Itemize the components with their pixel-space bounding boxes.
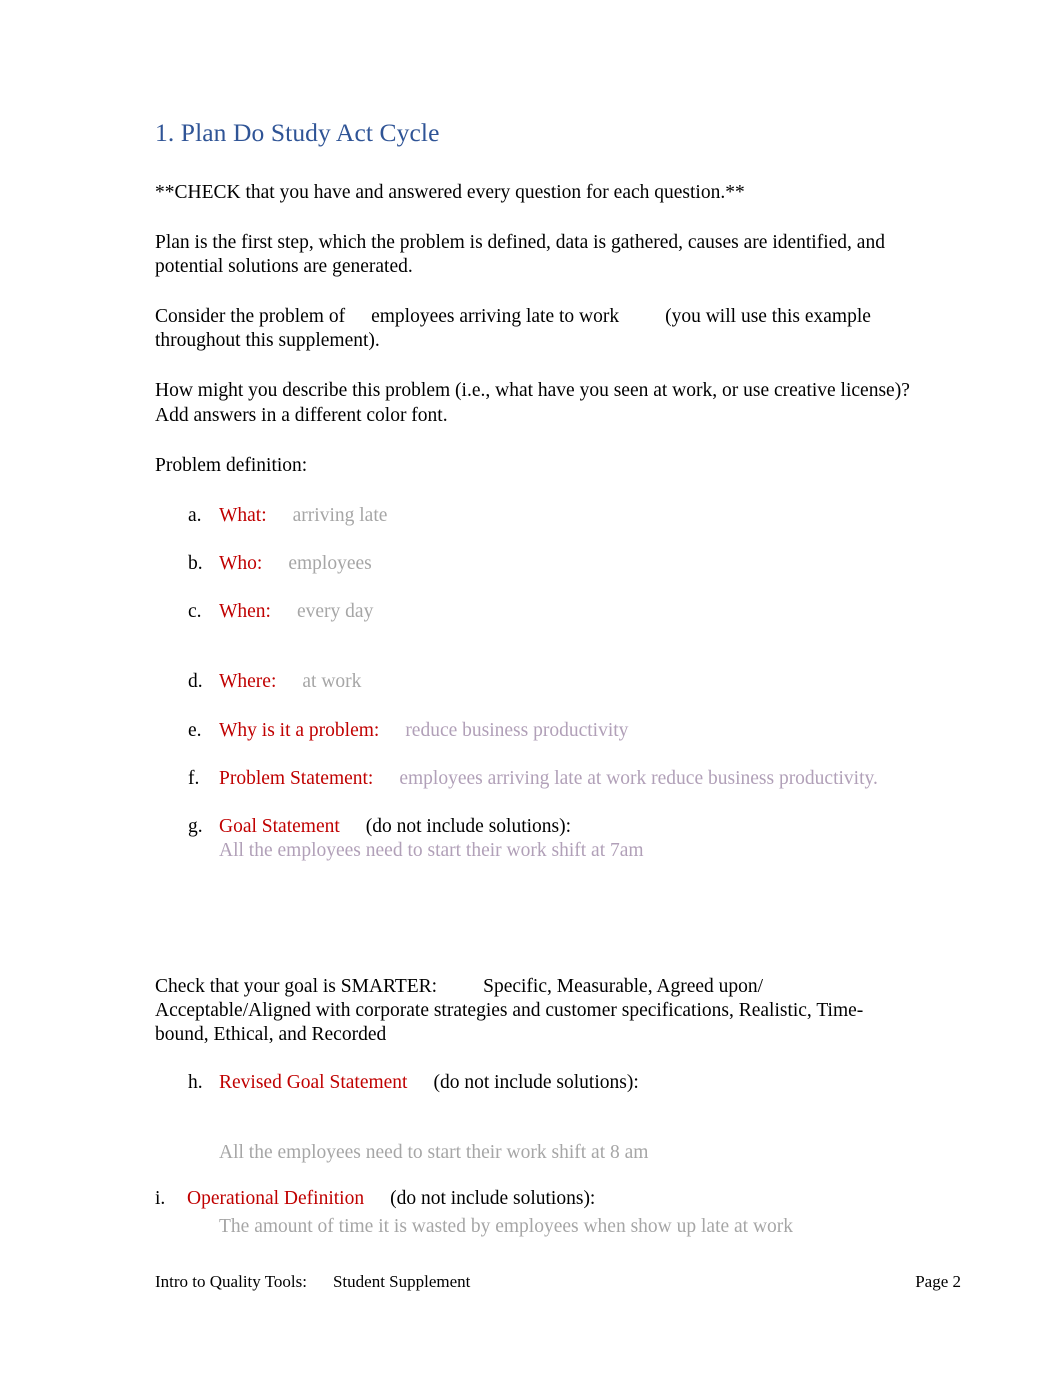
list-marker: e. [188, 719, 202, 741]
list-item-label: Where: [219, 671, 277, 693]
list-item: b. Who: employees [155, 552, 915, 576]
footer-left-part1: Intro to Quality Tools: [155, 1272, 307, 1291]
list-item-answer: at work [302, 671, 362, 693]
list-marker: d. [188, 671, 203, 693]
smarter-paragraph: Check that your goal is SMARTER: Specific… [155, 975, 915, 1046]
list-marker: a. [188, 504, 202, 526]
list-item-label: Who: [219, 553, 263, 575]
operational-definition-item: i. Operational Definition (do not include… [155, 1187, 915, 1211]
list-item: a. What: arriving late [155, 504, 915, 528]
footer-left-part2: Student Supplement [332, 1272, 471, 1291]
problem-definition-list: a. What: arriving late b. Who: employees c… [155, 504, 915, 863]
list-marker: g. [188, 816, 203, 837]
list-item-answer: reduce business productivity [405, 719, 629, 741]
problem-definition-heading: Problem definition: [155, 454, 308, 476]
list-item: f. Problem Statement: employees arriving … [155, 767, 915, 791]
list-item-label: Problem Statement: [219, 767, 374, 789]
smarter-suffix: Specific, Measurable, Agreed upon/ [483, 976, 764, 998]
list-item: d. Where: at work [155, 670, 915, 694]
list-item-answer: employees [288, 553, 372, 575]
operational-definition-label: Operational Definition [187, 1188, 365, 1210]
list-item: c. When: every day [155, 600, 915, 624]
operational-definition-answer-text: The amount of time it is wasted by emplo… [219, 1216, 794, 1238]
list-item-answer: employees arriving late at work reduce b… [399, 767, 878, 789]
list-item: g. Goal Statement (do not include solutio… [155, 815, 915, 863]
revised-goal-label: Revised Goal Statement [219, 1071, 408, 1093]
how-might-question: How might you describe this problem (i.e… [155, 380, 910, 402]
plan-paragraph: Plan is the first step, which the proble… [155, 231, 885, 277]
list-item-answer: All the employees need to start their wo… [219, 840, 644, 862]
smarter-line2: Acceptable/Aligned with corporate strate… [155, 1000, 864, 1045]
list-item-answer: arriving late [292, 504, 388, 526]
consider-prefix: Consider the problem of [155, 306, 346, 328]
smarter-prefix: Check that your goal is SMARTER: [155, 976, 438, 998]
consider-emphasis: employees arriving late to work [371, 306, 620, 328]
list-marker: f. [188, 767, 200, 789]
revised-goal-note: (do not include solutions): [433, 1071, 639, 1093]
list-marker: b. [188, 553, 203, 575]
footer-left: Intro to Quality Tools: Student Supplemen… [155, 1272, 470, 1292]
list-item-label: Goal Statement [219, 816, 340, 837]
check-note: **CHECK that you have and answered every… [155, 181, 745, 203]
list-marker: h. [188, 1071, 203, 1093]
add-answers-note: Add answers in a different color font. [155, 404, 448, 426]
consider-paragraph: Consider the problem of employees arrivin… [155, 305, 915, 353]
revised-goal-answer: All the employees need to start their wo… [219, 1141, 649, 1163]
list-marker: i. [155, 1188, 166, 1210]
page-footer: Intro to Quality Tools: Student Supplemen… [155, 1272, 961, 1292]
list-marker: c. [188, 601, 202, 623]
document-body: 1. Plan Do Study Act Cycle **CHECK that … [155, 118, 915, 1239]
list-item-label: What: [219, 504, 267, 526]
revised-goal-item: h. Revised Goal Statement (do not include… [155, 1071, 915, 1095]
list-item-note: (do not include solutions): [365, 816, 572, 837]
document-page: 1. Plan Do Study Act Cycle **CHECK that … [0, 0, 1062, 1376]
footer-page-number: Page 2 [915, 1272, 961, 1291]
page-title: 1. Plan Do Study Act Cycle [155, 118, 440, 147]
list-item: e. Why is it a problem: reduce business p… [155, 719, 915, 743]
list-item-label: Why is it a problem: [219, 719, 380, 741]
list-item-label: When: [219, 601, 271, 623]
operational-definition-note: (do not include solutions): [390, 1188, 596, 1210]
operational-definition-answer: The amount of time it is wasted by emplo… [155, 1215, 915, 1239]
list-item-answer: every day [296, 601, 374, 623]
